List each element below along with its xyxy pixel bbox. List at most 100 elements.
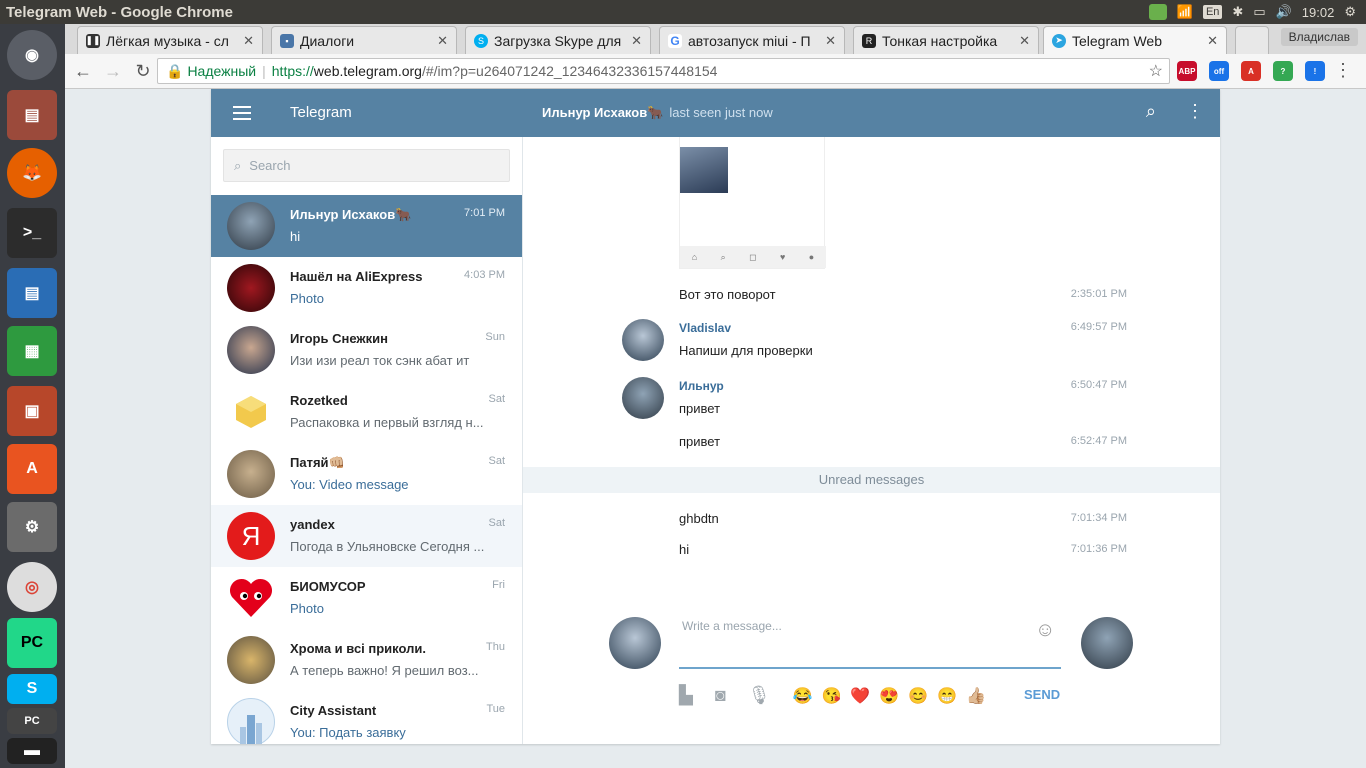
my-avatar[interactable] <box>609 617 661 669</box>
new-tab-button[interactable] <box>1235 26 1269 54</box>
camera-icon[interactable]: ◙ <box>715 685 726 706</box>
emoji-picker-icon[interactable]: ☺ <box>1035 619 1055 642</box>
close-icon[interactable]: ✕ <box>243 33 254 49</box>
tab-tuning[interactable]: R Тонкая настройка ✕ <box>853 26 1039 54</box>
emoji-heart-icon[interactable]: ❤️ <box>850 686 870 706</box>
dialog-time: 7:01 PM <box>464 207 505 219</box>
avatar <box>227 636 275 684</box>
pycharm-small-icon[interactable]: PC <box>7 708 57 734</box>
telegram-header: Telegram Ильнур Исхаков🐂 last seen just n… <box>211 89 1220 137</box>
tab-dialogs[interactable]: ▪ Диалоги ✕ <box>271 26 457 54</box>
message-author[interactable]: Vladislav <box>679 321 731 335</box>
vpn-icon[interactable]: off <box>1209 61 1229 81</box>
camera-icon: ◻ <box>749 251 757 262</box>
bookmark-star-icon[interactable]: ☆ <box>1149 61 1163 81</box>
compose-tools: ▙ ◙ 🎙 😂 😘 ❤️ 😍 😊 😁 👍🏼 <box>679 685 1059 706</box>
back-icon[interactable]: ← <box>68 61 98 82</box>
peer-info[interactable]: Ильнур Исхаков🐂 last seen just now <box>542 105 773 121</box>
translate-icon[interactable]: A <box>1241 61 1261 81</box>
impress-icon[interactable]: ▣ <box>7 386 57 436</box>
send-button[interactable]: SEND <box>1024 687 1060 702</box>
tab-label: Загрузка Skype для <box>494 32 622 49</box>
calc-icon[interactable]: ▦ <box>7 326 57 376</box>
emoji-smile-icon[interactable]: 😊 <box>908 686 928 706</box>
dialog-name: БИОМУСОР <box>290 579 366 594</box>
dialog-item[interactable]: Нашёл на AliExpress 4:03 PM Photo <box>211 257 522 319</box>
dialog-item[interactable]: City Assistant Tue You: Подать заявку <box>211 691 522 744</box>
chrome-icon[interactable]: ◎ <box>7 562 57 612</box>
dialog-item[interactable]: Ильнур Исхаков🐂 7:01 PM hi <box>211 195 522 257</box>
drive-icon[interactable]: ▬ <box>7 738 57 764</box>
pycharm-icon[interactable]: PC <box>7 618 57 668</box>
brand-title[interactable]: Telegram <box>290 104 352 121</box>
download-icon[interactable]: ? <box>1273 61 1293 81</box>
extension-icon[interactable]: ! <box>1305 61 1325 81</box>
avatar[interactable] <box>622 319 664 361</box>
tab-telegram[interactable]: ➤ Telegram Web ✕ <box>1043 26 1227 54</box>
chrome-menu-icon[interactable]: ⋮ <box>1334 60 1352 81</box>
dialog-name: Игорь Снежкин <box>290 331 388 346</box>
tab-music[interactable]: ❚❚ Лёгкая музыка - сл ✕ <box>77 26 263 54</box>
launcher: ◉ ▤ 🦊 >_ ▤ ▦ ▣ A ⚙ ◎ PC S PC ▬ <box>0 24 65 768</box>
settings-icon[interactable]: ⚙ <box>7 502 57 552</box>
tab-skype[interactable]: S Загрузка Skype для ✕ <box>465 26 651 54</box>
emoji-thumbs-up-icon[interactable]: 👍🏼 <box>966 686 986 706</box>
peer-avatar[interactable] <box>1081 617 1133 669</box>
extensions: ABP off A ? ! <box>1177 61 1325 81</box>
profile-chip[interactable]: Владислав <box>1280 28 1358 46</box>
dialog-time: Sun <box>485 331 505 343</box>
reload-icon[interactable]: ↻ <box>128 61 158 82</box>
message-input[interactable]: Write a message... <box>679 607 1061 669</box>
dialog-item[interactable]: БИОМУСОР Fri Photo <box>211 567 522 629</box>
files-icon[interactable]: ▤ <box>7 90 57 140</box>
ubuntu-dash-icon[interactable]: ◉ <box>7 30 57 80</box>
photo-message[interactable]: ⌂ ⌕ ◻ ♥ ● <box>679 137 826 269</box>
dialog-item[interactable]: Хрома и всі приколи. Thu А теперь важно!… <box>211 629 522 691</box>
tray-app-icon[interactable] <box>1148 4 1167 20</box>
keyboard-layout[interactable]: En <box>1202 5 1223 19</box>
dialog-item[interactable]: Rozetked Sat Распаковка и первый взгляд … <box>211 381 522 443</box>
emoji-grin-icon[interactable]: 😁 <box>937 686 957 706</box>
photo-thumbnail[interactable] <box>680 147 728 193</box>
message-time: 6:49:57 PM <box>1070 321 1127 333</box>
url-field[interactable]: 🔒 Надежный | https:// web.telegram.org /… <box>157 58 1170 84</box>
forward-icon[interactable]: → <box>98 61 128 82</box>
battery-icon[interactable]: ▭ <box>1253 4 1265 20</box>
attach-file-icon[interactable]: ▙ <box>679 685 693 706</box>
close-icon[interactable]: ✕ <box>825 33 836 49</box>
search-icon[interactable]: ⌕ <box>1146 101 1156 122</box>
avatar[interactable] <box>622 377 664 419</box>
software-center-icon[interactable]: A <box>7 444 57 494</box>
terminal-icon[interactable]: >_ <box>7 208 57 258</box>
microphone-icon[interactable]: 🎙 <box>748 685 771 706</box>
writer-icon[interactable]: ▤ <box>7 268 57 318</box>
dialog-item[interactable]: Я yandex Sat Погода в Ульяновске Сегодня… <box>211 505 522 567</box>
wifi-icon[interactable]: 📶 <box>1177 4 1193 20</box>
dialog-item[interactable]: Игорь Снежкин Sun Изи изи реал ток сэнк … <box>211 319 522 381</box>
skype-icon[interactable]: S <box>7 674 57 704</box>
close-icon[interactable]: ✕ <box>1019 33 1030 49</box>
dialog-item[interactable]: Патяй👊🏼 Sat You: Video message <box>211 443 522 505</box>
volume-icon[interactable]: 🔊 <box>1276 4 1292 20</box>
tab-google[interactable]: G автозапуск miui - П ✕ <box>659 26 845 54</box>
message-author[interactable]: Ильнур <box>679 379 724 393</box>
close-icon[interactable]: ✕ <box>1207 33 1218 49</box>
bluetooth-icon[interactable]: ✱ <box>1232 4 1243 20</box>
close-icon[interactable]: ✕ <box>437 33 448 49</box>
search-input[interactable]: ⌕ Search <box>223 149 510 182</box>
dialog-name: Хрома и всі приколи. <box>290 641 426 656</box>
close-icon[interactable]: ✕ <box>631 33 642 49</box>
secure-label[interactable]: Надежный <box>187 63 256 79</box>
gear-icon[interactable]: ⚙ <box>1344 4 1356 20</box>
peer-status: last seen just now <box>669 105 773 120</box>
peer-name[interactable]: Ильнур Исхаков🐂 <box>542 105 663 120</box>
emoji-kiss-icon[interactable]: 😘 <box>822 686 842 706</box>
hamburger-menu-icon[interactable] <box>233 106 251 120</box>
adblock-icon[interactable]: ABP <box>1177 61 1197 81</box>
emoji-heart-eyes-icon[interactable]: 😍 <box>879 686 899 706</box>
emoji-joy-icon[interactable]: 😂 <box>793 686 813 706</box>
more-menu-icon[interactable]: ⋮ <box>1186 101 1204 122</box>
clock[interactable]: 19:02 <box>1302 5 1335 20</box>
firefox-icon[interactable]: 🦊 <box>7 148 57 198</box>
lock-icon[interactable]: 🔒 <box>166 63 183 80</box>
